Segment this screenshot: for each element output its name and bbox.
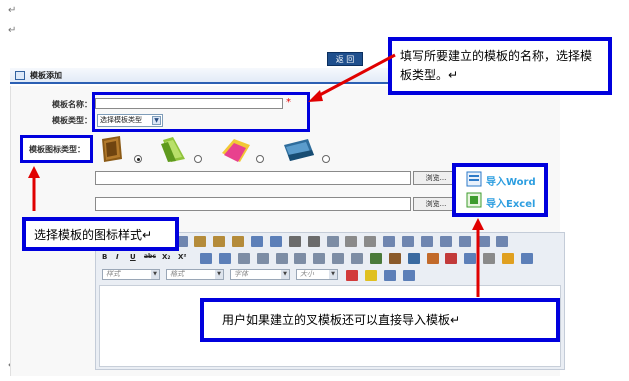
arrowhead — [472, 218, 484, 230]
arrow-to-fields — [315, 53, 396, 99]
arrowhead — [308, 90, 323, 102]
arrowhead — [28, 166, 40, 178]
annotation-arrows — [28, 53, 484, 297]
